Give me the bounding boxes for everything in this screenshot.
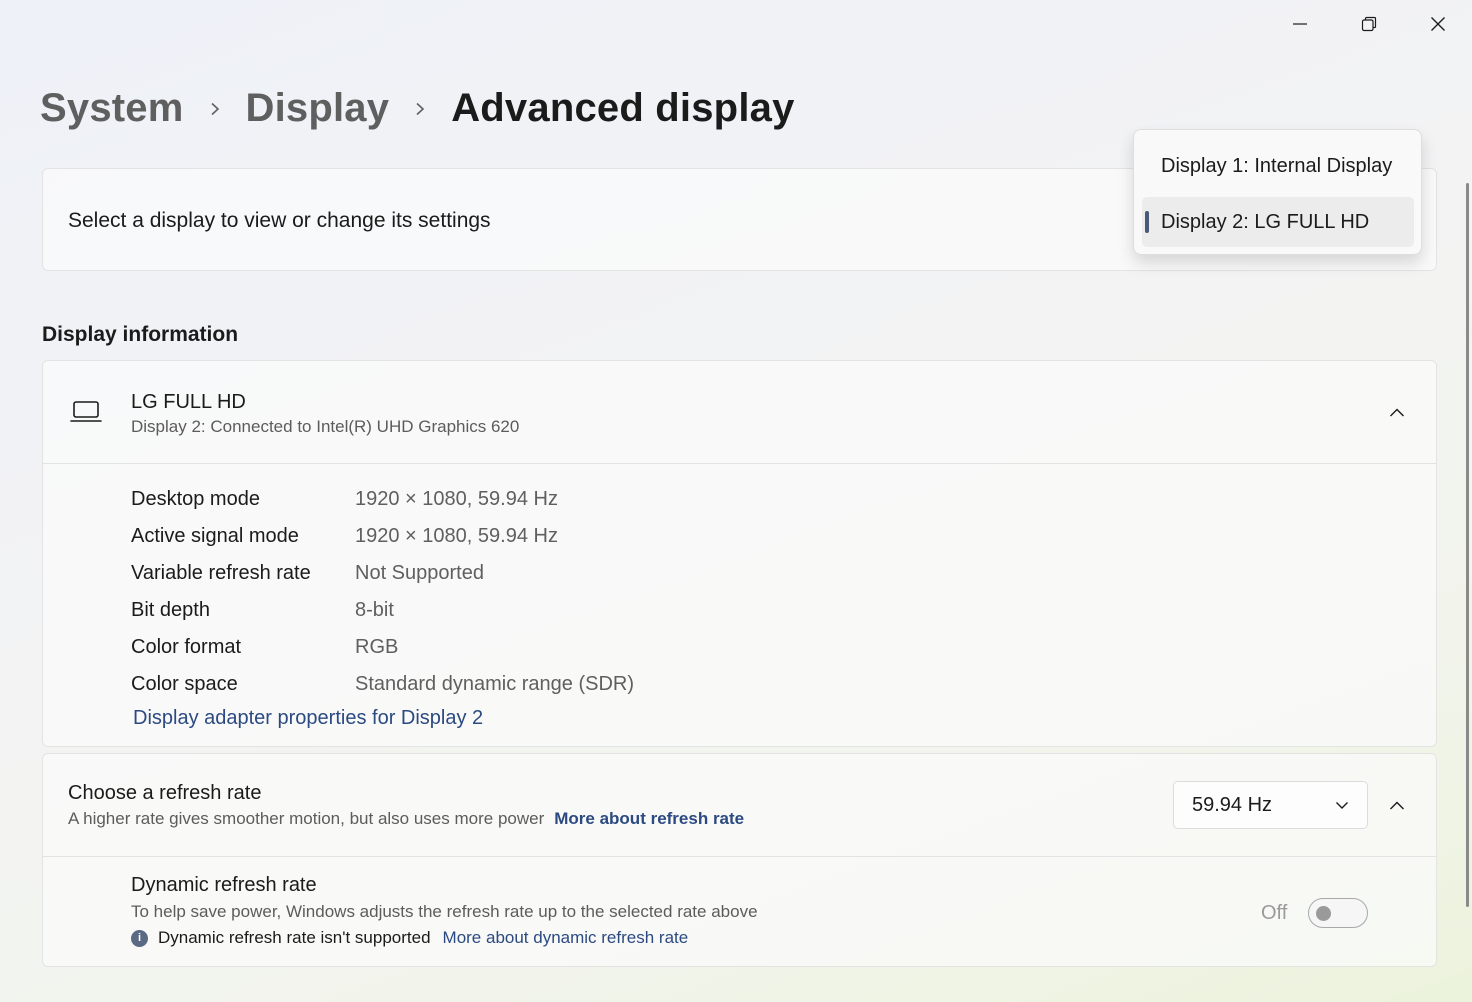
breadcrumb: System Display Advanced display <box>40 86 795 131</box>
info-row: Color space Standard dynamic range (SDR) <box>131 666 634 703</box>
info-row: Desktop mode 1920 × 1080, 59.94 Hz <box>131 481 634 518</box>
info-row-value: Not Supported <box>355 562 484 584</box>
info-row-value: RGB <box>355 636 399 658</box>
info-row: Color format RGB <box>131 629 634 666</box>
dynamic-refresh-unsupported: Dynamic refresh rate isn't supported <box>158 928 431 947</box>
more-about-refresh-rate-link[interactable]: More about refresh rate <box>554 809 744 828</box>
dropdown-option-label: Display 1: Internal Display <box>1161 154 1393 177</box>
toggle-state-label: Off <box>1261 902 1288 924</box>
info-row-label: Bit depth <box>131 599 210 621</box>
dropdown-option-label: Display 2: LG FULL HD <box>1161 210 1370 233</box>
chevron-down-icon <box>1336 802 1348 809</box>
info-icon: i <box>131 929 148 947</box>
display-connection: Display 2: Connected to Intel(R) UHD Gra… <box>131 417 520 436</box>
info-row: Bit depth 8-bit <box>131 592 634 629</box>
scrollbar[interactable] <box>1466 183 1469 907</box>
laptop-icon <box>70 401 102 422</box>
dynamic-refresh-title: Dynamic refresh rate <box>131 874 317 896</box>
chevron-up-icon <box>1390 801 1404 810</box>
refresh-rate-header[interactable]: Choose a refresh rate A higher rate give… <box>43 754 1436 857</box>
collapse-button[interactable] <box>1382 791 1412 821</box>
section-title: Display information <box>42 323 239 346</box>
info-row-value: 1920 × 1080, 59.94 Hz <box>355 488 558 510</box>
display-select-dropdown: Display 1: Internal Display Display 2: L… <box>1133 129 1422 255</box>
window-controls <box>1265 0 1472 48</box>
collapse-button[interactable] <box>1382 398 1412 428</box>
toggle-knob <box>1316 906 1331 921</box>
refresh-rate-select[interactable]: 59.94 Hz <box>1173 781 1368 829</box>
display-info-header[interactable]: LG FULL HD Display 2: Connected to Intel… <box>43 361 1436 464</box>
chevron-right-icon <box>389 102 451 116</box>
info-row-value: Standard dynamic range (SDR) <box>355 673 635 695</box>
minimize-button[interactable] <box>1265 0 1334 48</box>
refresh-rate-title: Choose a refresh rate <box>68 782 262 804</box>
minimize-icon <box>1292 23 1307 25</box>
chevron-right-icon <box>184 102 246 116</box>
selection-indicator <box>1145 211 1149 233</box>
display-info-card: LG FULL HD Display 2: Connected to Intel… <box>42 360 1437 747</box>
info-row-label: Color space <box>131 673 238 695</box>
refresh-rate-description: A higher rate gives smoother motion, but… <box>68 809 744 829</box>
select-display-label: Select a display to view or change its s… <box>68 209 491 232</box>
close-button[interactable] <box>1403 0 1472 48</box>
restore-button[interactable] <box>1334 0 1403 48</box>
chevron-up-icon <box>1390 408 1404 417</box>
close-icon <box>1430 17 1445 31</box>
dropdown-option-display-1[interactable]: Display 1: Internal Display <box>1142 141 1414 191</box>
breadcrumb-display[interactable]: Display <box>246 86 390 131</box>
display-name: LG FULL HD <box>131 391 246 413</box>
info-row: Variable refresh rate Not Supported <box>131 555 634 592</box>
info-row: Active signal mode 1920 × 1080, 59.94 Hz <box>131 518 634 555</box>
page-title: Advanced display <box>451 86 795 130</box>
breadcrumb-system[interactable]: System <box>40 86 184 131</box>
display-info-rows: Desktop mode 1920 × 1080, 59.94 Hz Activ… <box>131 481 634 703</box>
refresh-rate-card: Choose a refresh rate A higher rate give… <box>42 753 1437 967</box>
refresh-rate-subtitle: A higher rate gives smoother motion, but… <box>68 809 545 828</box>
dropdown-option-display-2[interactable]: Display 2: LG FULL HD <box>1142 197 1414 247</box>
dynamic-refresh-description: To help save power, Windows adjusts the … <box>131 902 758 921</box>
dynamic-refresh-toggle[interactable] <box>1308 898 1368 928</box>
info-row-label: Color format <box>131 636 242 658</box>
info-row-value: 1920 × 1080, 59.94 Hz <box>355 525 558 547</box>
adapter-properties-link[interactable]: Display adapter properties for Display 2 <box>133 707 483 730</box>
info-row-label: Variable refresh rate <box>131 562 311 584</box>
info-row-label: Desktop mode <box>131 488 260 510</box>
restore-icon <box>1361 16 1376 32</box>
info-row-label: Active signal mode <box>131 525 299 547</box>
dynamic-refresh-note: i Dynamic refresh rate isn't supported M… <box>131 928 688 948</box>
refresh-rate-value: 59.94 Hz <box>1192 793 1273 816</box>
more-about-dynamic-refresh-link[interactable]: More about dynamic refresh rate <box>443 928 689 948</box>
info-row-value: 8-bit <box>355 599 394 621</box>
